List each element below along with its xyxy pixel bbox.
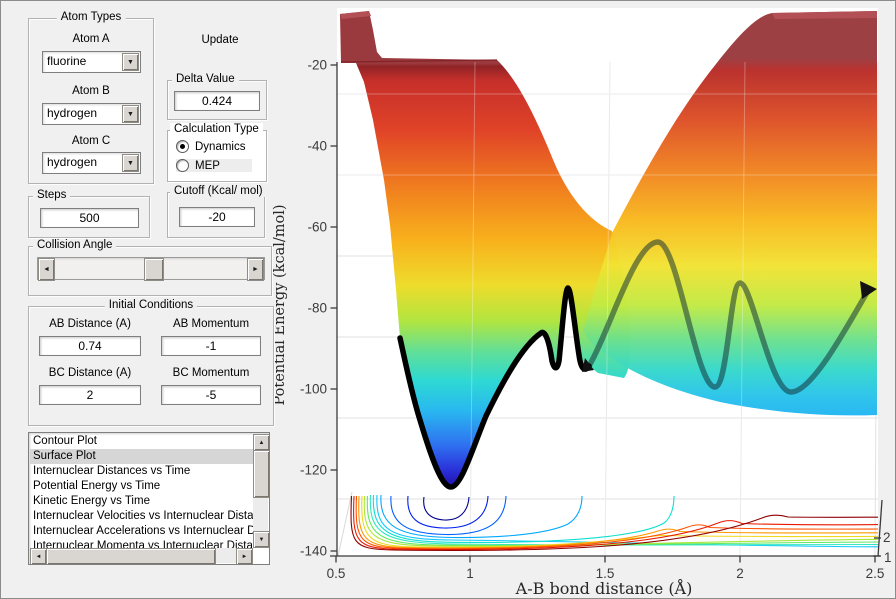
list-item-selected[interactable]: Surface Plot xyxy=(30,449,253,464)
slider-right-arrow-icon[interactable]: ► xyxy=(247,258,264,281)
list-item[interactable]: Internuclear Velocities vs Internuclear … xyxy=(30,509,253,524)
scroll-up-arrow-icon[interactable]: ▲ xyxy=(253,434,269,451)
slider-left-arrow-icon[interactable]: ◄ xyxy=(38,258,55,281)
radio-dynamics-icon[interactable] xyxy=(176,140,189,153)
listbox-horizontal-scrollbar[interactable]: ◄ ► xyxy=(30,548,253,564)
atom-a-value: fluorine xyxy=(47,54,87,68)
radio-mep-label: MEP xyxy=(195,159,220,172)
listbox-items: Contour Plot Surface Plot Internuclear D… xyxy=(30,434,253,548)
slider-thumb[interactable] xyxy=(144,258,164,281)
steps-field[interactable]: 500 xyxy=(40,208,139,228)
atom-a-dropdown[interactable]: fluorine ▼ xyxy=(42,51,141,73)
atom-c-label: Atom C xyxy=(71,135,111,147)
atom-c-dropdown-arrow-icon[interactable]: ▼ xyxy=(122,154,139,172)
steps-panel: Steps 500 xyxy=(28,189,150,238)
collision-angle-title: Collision Angle xyxy=(33,239,117,251)
list-item[interactable]: Internuclear Distances vs Time xyxy=(30,464,253,479)
initial-conditions-panel: Initial Conditions AB Distance (A) AB Mo… xyxy=(28,299,274,426)
atom-a-label: Atom A xyxy=(72,33,110,45)
delta-value-title: Delta Value xyxy=(172,73,239,85)
atom-types-panel: Atom Types Atom A fluorine ▼ Atom B hydr… xyxy=(28,11,154,184)
collision-angle-slider[interactable]: ◄ ► xyxy=(37,257,265,281)
calculation-type-title: Calculation Type xyxy=(170,123,263,135)
scroll-down-arrow-icon[interactable]: ▼ xyxy=(253,531,269,548)
ab-distance-label: AB Distance (A) xyxy=(49,318,131,330)
bc-distance-field[interactable]: 2 xyxy=(39,385,141,405)
bc-momentum-field[interactable]: -5 xyxy=(161,385,261,405)
calculation-type-panel: Calculation Type Dynamics MEP xyxy=(167,123,267,182)
delta-value-panel: Delta Value 0.424 xyxy=(167,73,267,120)
delta-value-field[interactable]: 0.424 xyxy=(174,91,260,111)
update-button[interactable]: Update xyxy=(178,30,262,50)
list-item[interactable]: Contour Plot xyxy=(30,434,253,449)
bc-distance-label: BC Distance (A) xyxy=(48,367,132,379)
cutoff-panel: Cutoff (Kcal/ mol) -20 xyxy=(167,185,267,238)
cutoff-field[interactable]: -20 xyxy=(179,207,255,227)
atom-b-label: Atom B xyxy=(72,85,110,97)
horizontal-scroll-thumb[interactable] xyxy=(46,548,216,564)
radio-mep-icon[interactable] xyxy=(176,159,189,172)
collision-angle-panel: Collision Angle ◄ ► xyxy=(28,239,272,296)
cutoff-title: Cutoff (Kcal/ mol) xyxy=(170,185,267,197)
ab-momentum-field[interactable]: -1 xyxy=(161,336,261,356)
list-item[interactable]: Internuclear Momenta vs Internuclear Dis… xyxy=(30,539,253,548)
atom-a-dropdown-arrow-icon[interactable]: ▼ xyxy=(122,53,139,71)
control-sidebar: Atom Types Atom A fluorine ▼ Atom B hydr… xyxy=(0,0,896,599)
list-item[interactable]: Kinetic Energy vs Time xyxy=(30,494,253,509)
atom-c-dropdown[interactable]: hydrogen ▼ xyxy=(42,152,141,174)
scroll-right-arrow-icon[interactable]: ► xyxy=(236,548,253,564)
vertical-scroll-thumb[interactable] xyxy=(253,450,269,498)
plot-type-listbox[interactable]: Contour Plot Surface Plot Internuclear D… xyxy=(28,432,270,565)
listbox-vertical-scrollbar[interactable]: ▲ ▼ xyxy=(253,434,269,548)
application-window: { "window": { "bg": "#f0f0f0", "border":… xyxy=(0,0,896,599)
ab-momentum-label: AB Momentum xyxy=(172,318,250,330)
atom-c-value: hydrogen xyxy=(47,155,98,169)
list-item[interactable]: Internuclear Accelerations vs Internucle… xyxy=(30,524,253,539)
list-item[interactable]: Potential Energy vs Time xyxy=(30,479,253,494)
atom-types-title: Atom Types xyxy=(56,11,126,23)
atom-b-value: hydrogen xyxy=(47,106,98,120)
radio-dynamics[interactable]: Dynamics xyxy=(176,140,245,153)
atom-b-dropdown[interactable]: hydrogen ▼ xyxy=(42,103,141,125)
steps-title: Steps xyxy=(33,189,71,201)
radio-mep[interactable]: MEP xyxy=(176,159,252,172)
bc-momentum-label: BC Momentum xyxy=(172,367,250,379)
scroll-left-arrow-icon[interactable]: ◄ xyxy=(30,548,47,564)
ab-distance-field[interactable]: 0.74 xyxy=(39,336,141,356)
radio-dynamics-label: Dynamics xyxy=(195,140,246,153)
atom-b-dropdown-arrow-icon[interactable]: ▼ xyxy=(122,105,139,123)
initial-conditions-title: Initial Conditions xyxy=(104,299,198,311)
